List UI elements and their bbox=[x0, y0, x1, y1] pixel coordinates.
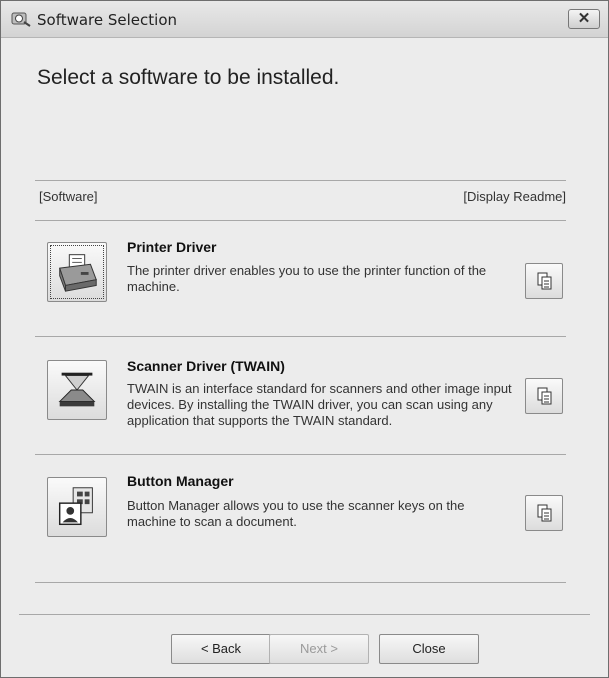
button-manager-icon bbox=[58, 487, 93, 526]
page-heading: Select a software to be installed. bbox=[37, 66, 340, 89]
item-title: Button Manager bbox=[127, 473, 234, 489]
close-icon: ✕ bbox=[577, 10, 591, 27]
item-title: Printer Driver bbox=[127, 239, 217, 255]
window-title: Software Selection bbox=[37, 11, 178, 29]
printer-icon bbox=[59, 254, 97, 292]
dialog-body: Select a software to be installed. [Soft… bbox=[1, 38, 608, 677]
next-button[interactable]: Next > bbox=[269, 634, 369, 664]
button-manager-readme-button[interactable] bbox=[525, 495, 563, 531]
close-button[interactable]: Close bbox=[379, 634, 479, 664]
window-close-button[interactable]: ✕ bbox=[568, 9, 600, 29]
item-description: Button Manager allows you to use the sca… bbox=[127, 498, 465, 529]
readme-column-label: [Display Readme] bbox=[463, 189, 566, 204]
item-title: Scanner Driver (TWAIN) bbox=[127, 358, 285, 374]
document-icon bbox=[537, 272, 552, 290]
printer-driver-readme-button[interactable] bbox=[525, 263, 563, 299]
scanner-driver-install-button[interactable] bbox=[47, 360, 107, 420]
divider bbox=[35, 454, 566, 455]
scanner-icon bbox=[58, 372, 96, 407]
divider bbox=[35, 582, 566, 583]
software-column-label: [Software] bbox=[39, 189, 98, 204]
document-icon bbox=[537, 504, 552, 522]
app-icon bbox=[11, 12, 31, 27]
back-button[interactable]: < Back bbox=[171, 634, 271, 664]
title-bar: Software Selection ✕ bbox=[1, 1, 608, 38]
divider bbox=[35, 220, 566, 221]
software-selection-window: Software Selection ✕ Select a software t… bbox=[0, 0, 609, 678]
item-description: The printer driver enables you to use th… bbox=[127, 263, 487, 294]
button-manager-install-button[interactable] bbox=[47, 477, 107, 537]
footer-divider bbox=[19, 614, 590, 615]
item-description: TWAIN is an interface standard for scann… bbox=[127, 381, 512, 428]
divider bbox=[35, 180, 566, 181]
scanner-driver-readme-button[interactable] bbox=[525, 378, 563, 414]
printer-driver-install-button[interactable] bbox=[47, 242, 107, 302]
document-icon bbox=[537, 387, 552, 405]
divider bbox=[35, 336, 566, 337]
